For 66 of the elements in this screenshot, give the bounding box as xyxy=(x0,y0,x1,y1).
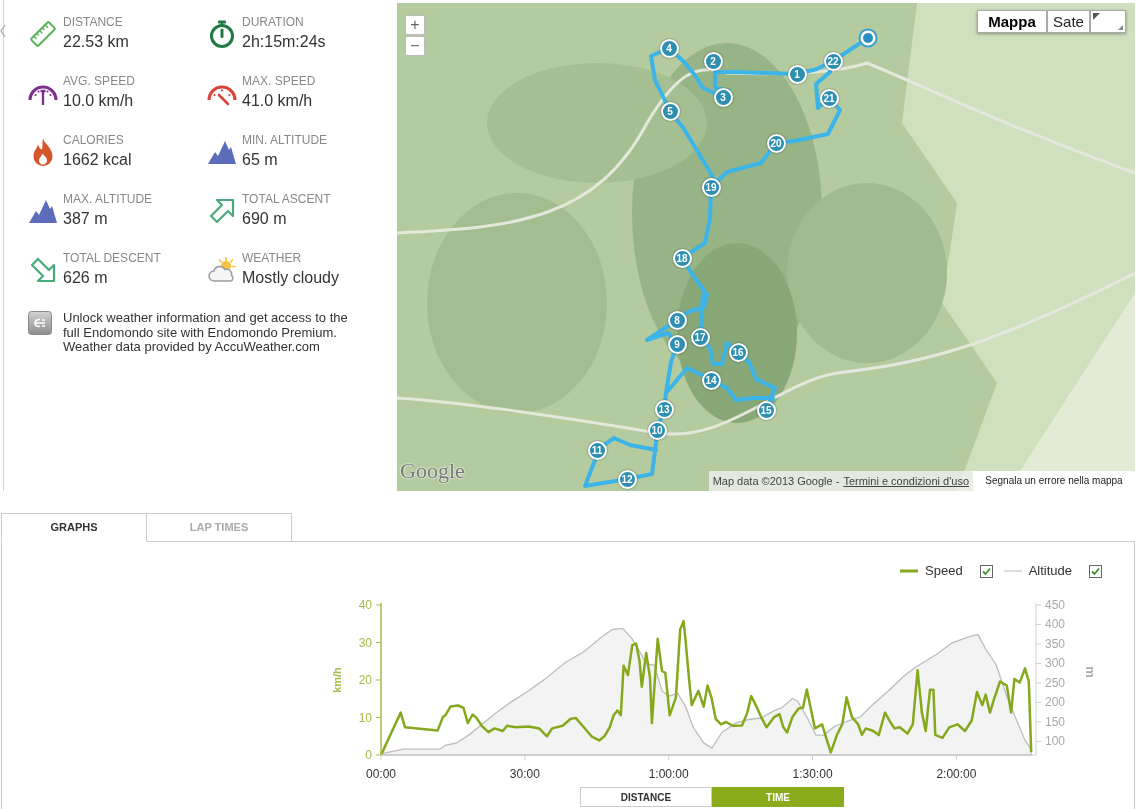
x-tick-label: 1:00:00 xyxy=(648,767,689,781)
stat-label: MAX. SPEED xyxy=(242,74,316,88)
y-tick-label: 10 xyxy=(358,710,372,725)
tab[interactable]: LAP TIMES xyxy=(146,513,292,542)
y-tick-label: 350 xyxy=(1045,636,1066,651)
tile-icon xyxy=(28,311,52,335)
x-tick-label: 1:30:00 xyxy=(792,767,833,781)
map-attribution: Map data ©2013 Google - xyxy=(712,473,840,489)
checkbox[interactable] xyxy=(1089,564,1102,578)
y-tick-label: 200 xyxy=(1045,695,1066,710)
x-tick-label: 2:00:00 xyxy=(936,767,977,781)
tab[interactable]: GRAPHS xyxy=(1,513,147,542)
y-tick-label: 250 xyxy=(1045,675,1066,690)
y-tick-label: 0 xyxy=(365,748,372,762)
legend-label: Altitude xyxy=(1028,563,1072,579)
y-tick-label: 150 xyxy=(1045,714,1066,729)
stat-label: DURATION xyxy=(242,15,305,29)
x-tick-label: 00:00 xyxy=(366,767,396,781)
cloud-sun-icon xyxy=(207,255,237,285)
ruler-icon xyxy=(28,19,58,49)
axis-toggle-button[interactable]: TIME xyxy=(712,787,844,807)
stat-label: CALORIES xyxy=(63,133,125,147)
zoom-out-button[interactable]: − xyxy=(405,36,425,56)
start-marker-icon[interactable] xyxy=(858,28,878,48)
y-tick-label: 30 xyxy=(358,635,372,650)
zoom-in-button[interactable]: + xyxy=(405,15,425,35)
map-logo: Google xyxy=(400,458,465,484)
stat-label: MIN. ALTITUDE xyxy=(242,133,328,147)
promo-text: Unlock weather information and get access to the full Endomondo site with Endomondo Premium. xyxy=(63,311,349,340)
y-tick-label: 20 xyxy=(358,673,372,687)
stat-value: 22.53 km xyxy=(63,32,129,52)
checkbox[interactable] xyxy=(979,564,993,578)
stat-value: 10.0 km/h xyxy=(63,91,135,111)
terms-link[interactable]: Termini e condizioni d'uso xyxy=(843,472,969,490)
stat-value: Mostly cloudy xyxy=(242,268,339,288)
stat-value: 41.0 km/h xyxy=(242,91,314,111)
stat-label: TOTAL ASCENT xyxy=(242,192,331,206)
map-type-button[interactable]: Mappa xyxy=(977,10,1047,33)
stat-label: DISTANCE xyxy=(63,15,124,29)
y-tick-label: 300 xyxy=(1045,656,1066,671)
stat-value: 65 m xyxy=(242,150,279,170)
stat-label: MAX. ALTITUDE xyxy=(63,192,153,206)
stopwatch-icon xyxy=(207,19,237,49)
axis-title: km/h xyxy=(331,667,343,693)
arrow-up-right-icon xyxy=(207,196,237,226)
weather-credit-text: Weather data provided by AccuWeather.com xyxy=(63,340,321,355)
map-type-button[interactable]: Sate xyxy=(1047,10,1090,33)
stat-label: AVG. SPEED xyxy=(63,74,135,88)
y-tick-label: 400 xyxy=(1045,617,1066,632)
axis-title: m xyxy=(1083,666,1098,678)
y-tick-label: 100 xyxy=(1045,734,1066,749)
stat-value: 626 m xyxy=(63,268,109,288)
legend-label: Speed xyxy=(925,563,963,579)
stat-label: TOTAL DESCENT xyxy=(63,251,161,265)
y-tick-label: 450 xyxy=(1045,598,1066,612)
axis-toggle-button[interactable]: DISTANCE xyxy=(580,787,712,807)
corner-triangles-icon[interactable] xyxy=(1090,10,1126,33)
report-error-link[interactable]: Segnala un errore nella mappa xyxy=(973,471,1135,491)
stat-value: 1662 kcal xyxy=(63,150,132,170)
stat-value: 387 m xyxy=(63,209,109,229)
stat-value: 690 m xyxy=(242,209,288,229)
y-tick-label: 40 xyxy=(358,598,372,612)
arrow-down-right-icon xyxy=(28,255,58,285)
stat-label: WEATHER xyxy=(242,251,303,265)
x-tick-label: 30:00 xyxy=(509,767,540,781)
stat-value: 2h:15m:24s xyxy=(242,32,326,52)
